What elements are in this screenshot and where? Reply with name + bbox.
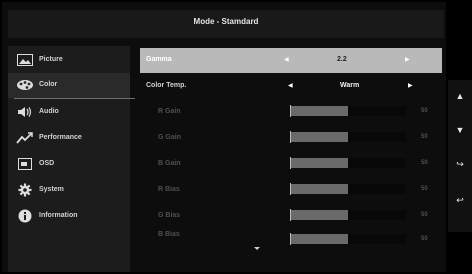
color-palette-icon — [16, 77, 34, 93]
right-arrow-icon[interactable]: ▶ — [405, 56, 410, 63]
osd-screen-icon — [16, 156, 34, 172]
hotkey-bar: ▲ ▼ ↪ ↩ — [448, 80, 472, 232]
performance-graph-icon — [16, 130, 34, 146]
slider-fill — [290, 158, 348, 168]
left-arrow-icon[interactable]: ◀ — [288, 82, 293, 89]
g-bias-value: 50 — [421, 212, 428, 218]
mode-title: Mode - Stamdard — [193, 17, 259, 26]
r-bias-label: R Bias — [158, 186, 180, 193]
right-arrow-icon[interactable]: ▶ — [408, 82, 413, 89]
b-gain-value: 50 — [421, 160, 428, 166]
sidebar-item-label: Audio — [39, 108, 59, 115]
sidebar-item-label: Picture — [39, 56, 63, 63]
color-temp-value: Warm — [340, 82, 360, 89]
up-arrow-icon[interactable]: ▲ — [452, 88, 468, 104]
slider-tick — [290, 131, 291, 143]
r-bias-slider — [290, 183, 406, 195]
sidebar-item-performance[interactable]: Performance — [8, 126, 130, 151]
sidebar-item-information[interactable]: Information — [8, 204, 130, 229]
slider-fill — [290, 210, 348, 220]
slider-fill — [290, 132, 348, 142]
slider-tick — [290, 105, 291, 117]
sidebar-item-color[interactable]: Color — [8, 73, 130, 98]
r-bias-row: R Bias 50 — [140, 178, 442, 203]
info-icon — [16, 208, 34, 224]
g-gain-value: 50 — [421, 134, 428, 140]
gamma-value: 2.2 — [337, 56, 347, 63]
g-gain-label: G Gain — [158, 134, 181, 141]
gamma-row[interactable]: Gamma ◀ 2.2 ▶ — [140, 48, 442, 73]
b-bias-slider — [290, 233, 406, 245]
speaker-icon — [16, 104, 34, 120]
slider-tick — [290, 209, 291, 221]
b-gain-slider — [290, 157, 406, 169]
slider-fill — [290, 184, 348, 194]
left-arrow-icon[interactable]: ◀ — [284, 56, 289, 63]
slider-fill — [290, 234, 348, 244]
b-gain-row: B Gain 50 — [140, 152, 442, 177]
sidebar-item-picture[interactable]: Picture — [8, 48, 130, 73]
r-bias-value: 50 — [421, 186, 428, 192]
b-bias-row: B Bias 50 — [140, 226, 442, 251]
enter-icon[interactable]: ↪ — [452, 156, 468, 172]
scroll-down-indicator-icon — [254, 247, 260, 250]
b-gain-label: B Gain — [158, 160, 181, 167]
b-bias-value: 50 — [421, 236, 428, 242]
slider-tick — [290, 183, 291, 195]
sidebar-item-label: OSD — [39, 160, 55, 167]
osd-sidebar: Picture Color Audio Performance OSD Syst… — [8, 46, 135, 272]
g-bias-slider — [290, 209, 406, 221]
gear-icon — [16, 182, 34, 198]
sidebar-item-label: Color — [39, 81, 58, 88]
sidebar-item-label: System — [39, 186, 64, 193]
monitor-osd-panel: Mode - Stamdard Picture Color Audio Perf… — [2, 2, 446, 272]
sidebar-item-system[interactable]: System — [8, 178, 130, 203]
g-gain-slider — [290, 131, 406, 143]
back-icon[interactable]: ↩ — [452, 192, 468, 208]
color-temp-label: Color Temp. — [146, 82, 187, 89]
sidebar-item-label: Information — [39, 212, 78, 219]
osd-header: Mode - Stamdard — [8, 10, 444, 38]
sidebar-separator — [14, 98, 135, 99]
picture-icon — [16, 52, 34, 68]
r-gain-value: 50 — [421, 108, 428, 114]
slider-fill — [290, 106, 348, 116]
down-arrow-icon[interactable]: ▼ — [452, 122, 468, 138]
r-gain-row: R Gain 50 — [140, 100, 442, 125]
gamma-label: Gamma — [146, 56, 172, 63]
slider-tick — [290, 233, 291, 245]
b-bias-label: B Bias — [158, 231, 180, 238]
g-gain-row: G Gain 50 — [140, 126, 442, 151]
color-settings-panel: Gamma ◀ 2.2 ▶ Color Temp. ◀ Warm ▶ R Gai… — [140, 46, 442, 272]
g-bias-label: G Bias — [158, 212, 181, 219]
sidebar-item-label: Performance — [39, 134, 82, 141]
sidebar-item-osd[interactable]: OSD — [8, 152, 130, 177]
slider-tick — [290, 157, 291, 169]
color-temp-row[interactable]: Color Temp. ◀ Warm ▶ — [140, 74, 442, 99]
r-gain-slider — [290, 105, 406, 117]
sidebar-item-audio[interactable]: Audio — [8, 100, 130, 125]
r-gain-label: R Gain — [158, 108, 181, 115]
